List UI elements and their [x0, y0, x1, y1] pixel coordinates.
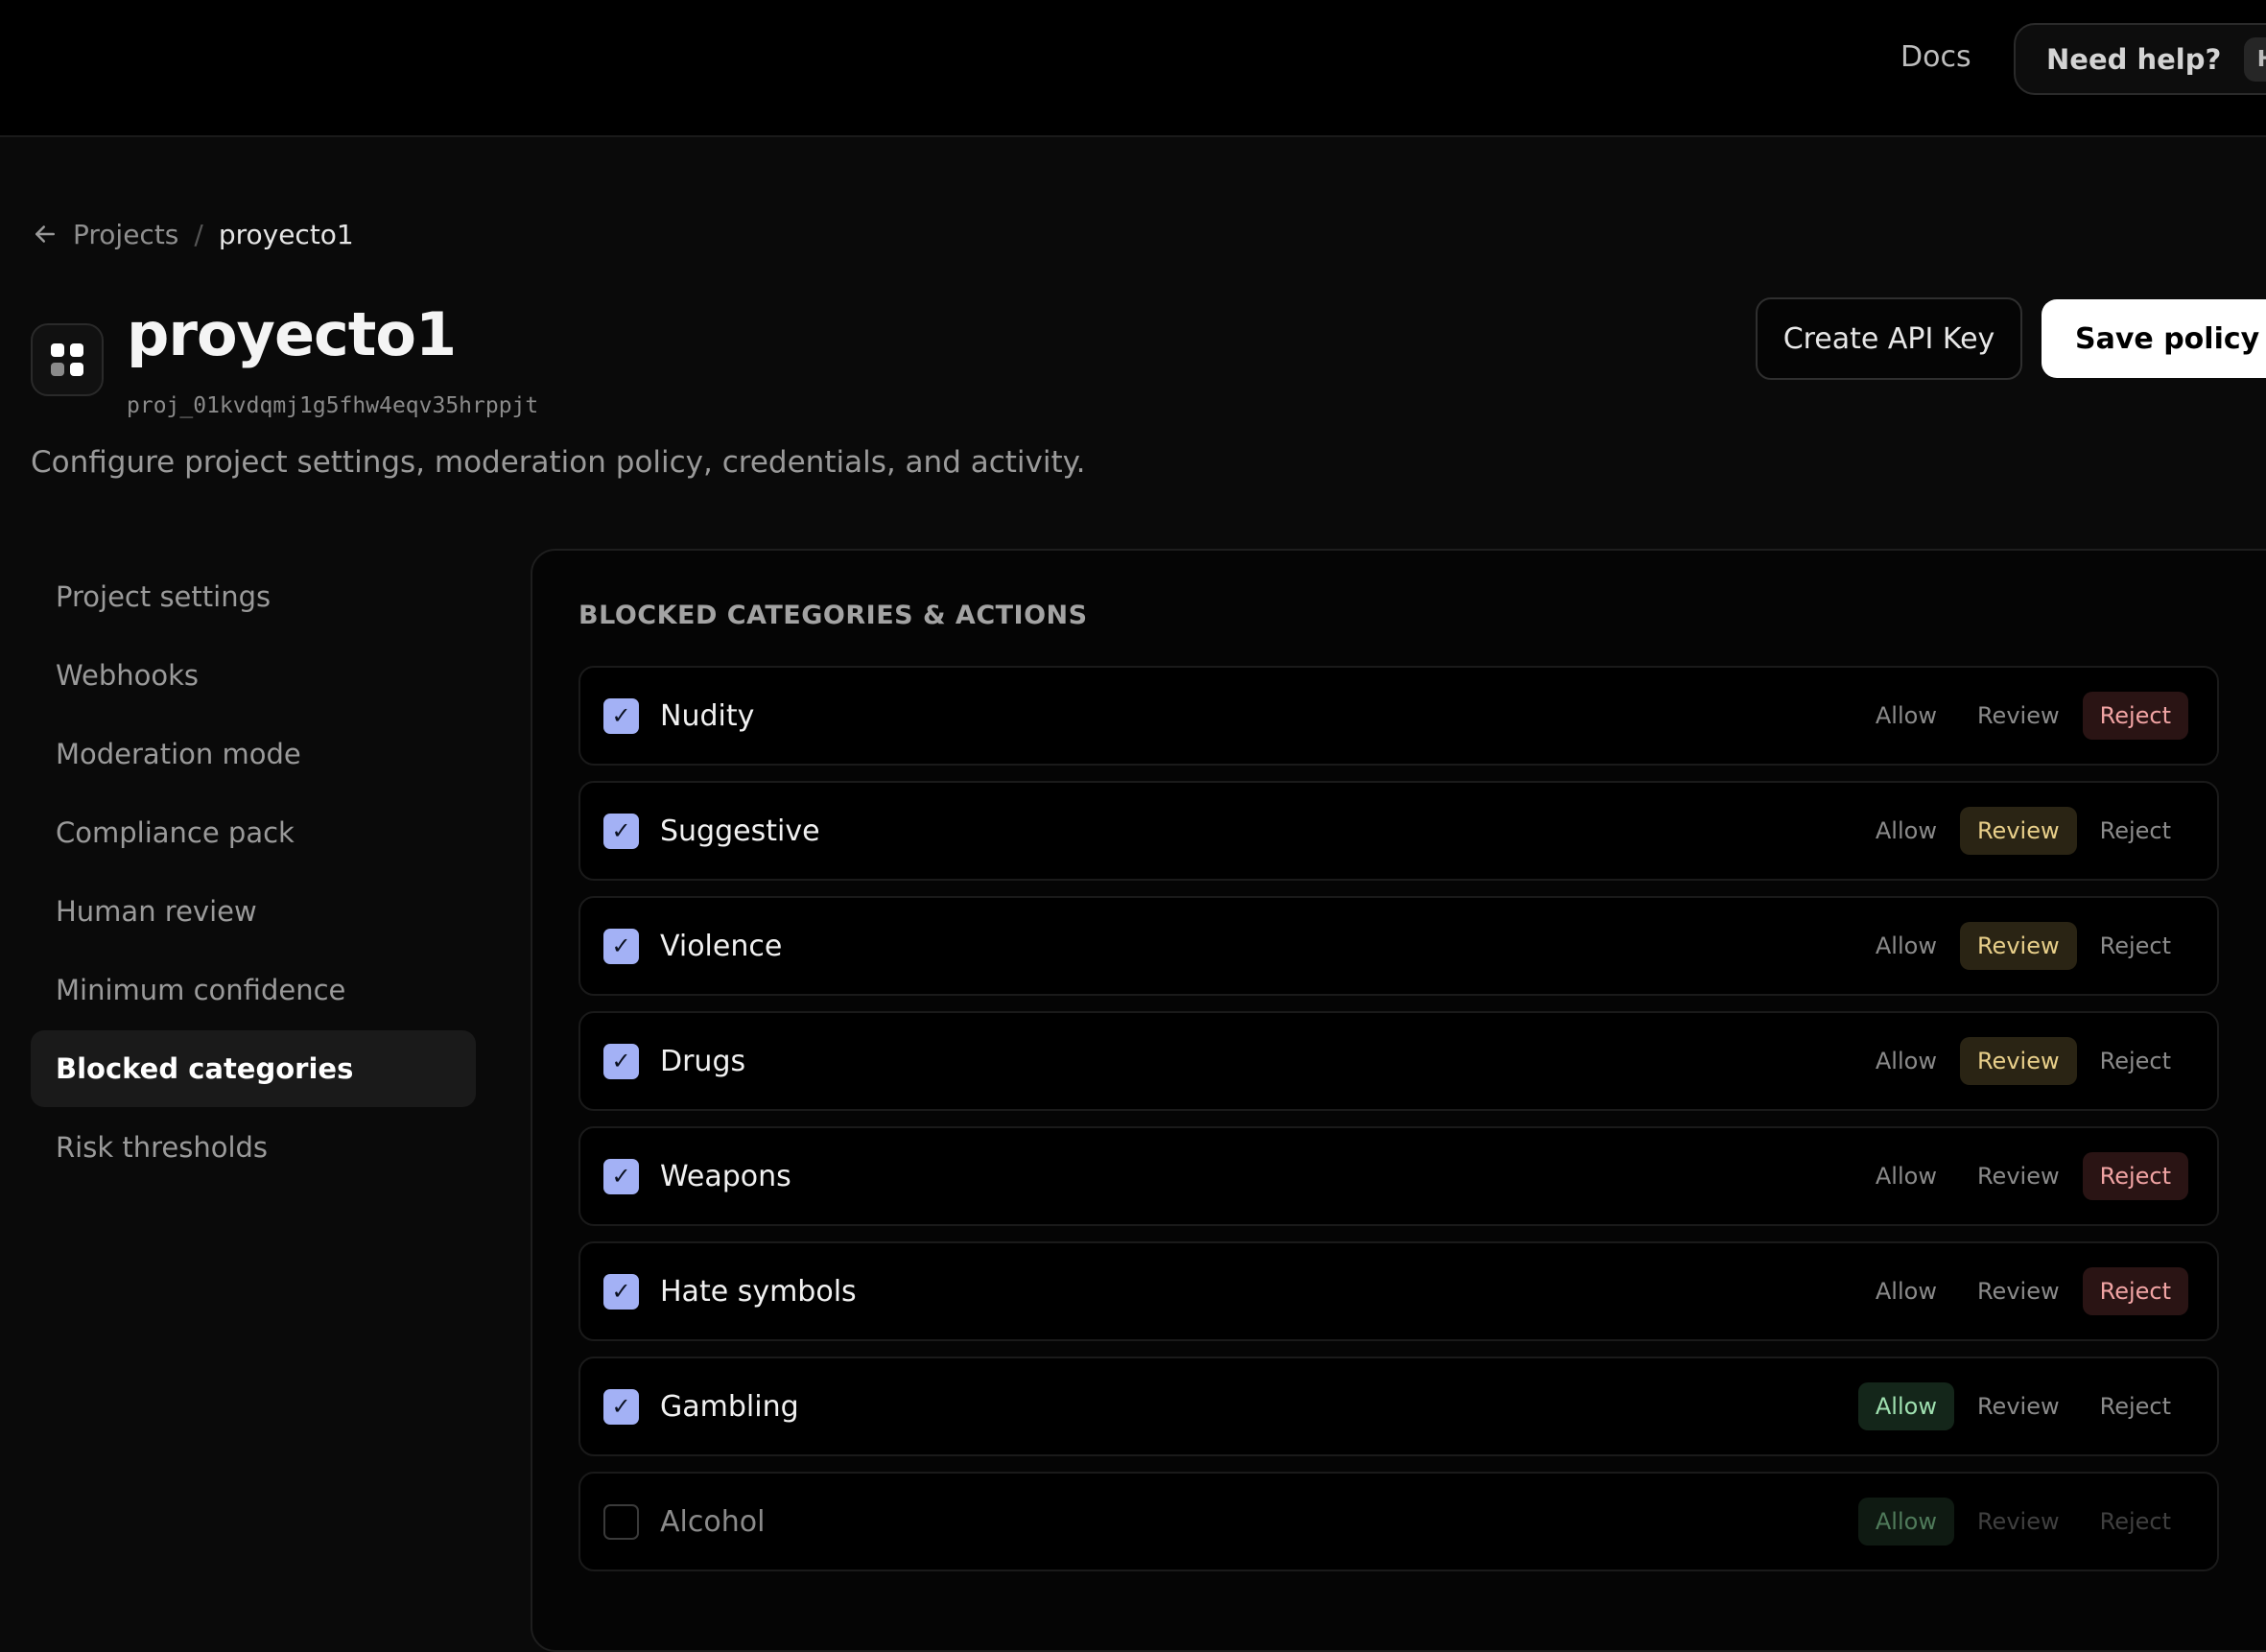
category-row: ✓ Violence Allow Review Reject: [578, 896, 2219, 996]
sidebar-item-human-review[interactable]: Human review: [31, 873, 476, 950]
category-label: Hate symbols: [660, 1274, 857, 1309]
need-help-label: Need help?: [2046, 42, 2222, 76]
action-allow-button[interactable]: Allow: [1858, 807, 1954, 855]
action-reject-button[interactable]: Reject: [2082, 692, 2188, 740]
action-segmented-control: Allow Review Reject: [1853, 807, 2188, 855]
action-allow-button[interactable]: Allow: [1858, 1152, 1954, 1200]
action-segmented-control: Allow Review Reject: [1853, 922, 2188, 970]
category-checkbox[interactable]: ✓: [603, 1158, 639, 1194]
top-bar: Docs Need help? H: [0, 0, 2266, 137]
category-label: Violence: [660, 929, 783, 963]
sidebar-item-blocked-categories[interactable]: Blocked categories: [31, 1030, 476, 1107]
action-segmented-control: Allow Review Reject: [1853, 692, 2188, 740]
blocked-categories-panel: BLOCKED CATEGORIES & ACTIONS ✓ Nudity Allo…: [531, 549, 2266, 1652]
action-reject-button[interactable]: Reject: [2083, 1037, 2188, 1085]
action-allow-button[interactable]: Allow: [1858, 692, 1954, 740]
need-help-button[interactable]: Need help? H: [2014, 23, 2266, 95]
breadcrumb-current: proyecto1: [218, 218, 354, 250]
sidebar-item-webhooks[interactable]: Webhooks: [31, 637, 476, 714]
action-allow-button[interactable]: Allow: [1858, 1267, 1954, 1315]
checkmark-icon: ✓: [611, 1278, 631, 1305]
sidebar-item-project-settings[interactable]: Project settings: [31, 558, 476, 635]
category-label: Suggestive: [660, 814, 820, 848]
category-row: ✓ Weapons Allow Review Reject: [578, 1126, 2219, 1226]
section-title: BLOCKED CATEGORIES & ACTIONS: [578, 601, 1088, 630]
action-segmented-control: Allow Review Reject: [1853, 1037, 2188, 1085]
category-row: ✓ Drugs Allow Review Reject: [578, 1011, 2219, 1111]
action-allow-button[interactable]: Allow: [1858, 1037, 1954, 1085]
action-allow-button[interactable]: Allow: [1857, 1382, 1954, 1430]
action-allow-button[interactable]: Allow: [1857, 1498, 1954, 1546]
category-row: ✓ Nudity Allow Review Reject: [578, 666, 2219, 766]
category-row: ✓ Gambling Allow Review Reject: [578, 1357, 2219, 1456]
sidebar-item-risk-thresholds[interactable]: Risk thresholds: [31, 1109, 476, 1186]
category-label: Gambling: [660, 1389, 799, 1424]
page-description: Configure project settings, moderation p…: [31, 445, 1086, 480]
category-label: Drugs: [660, 1044, 746, 1078]
page-title: proyecto1: [127, 299, 457, 369]
category-checkbox[interactable]: ✓: [603, 697, 639, 734]
breadcrumb-separator: /: [194, 218, 203, 250]
settings-sidebar: Project settings Webhooks Moderation mod…: [31, 558, 476, 1188]
category-checkbox[interactable]: ✓: [603, 1388, 639, 1425]
action-segmented-control: Allow Review Reject: [1853, 1498, 2188, 1546]
help-shortcut-key: H: [2244, 36, 2266, 82]
action-segmented-control: Allow Review Reject: [1853, 1152, 2188, 1200]
action-review-button[interactable]: Review: [1959, 1037, 2077, 1085]
action-reject-button[interactable]: Reject: [2083, 1382, 2188, 1430]
action-reject-button[interactable]: Reject: [2083, 922, 2188, 970]
action-review-button[interactable]: Review: [1959, 807, 2077, 855]
action-segmented-control: Allow Review Reject: [1853, 1382, 2188, 1430]
category-checkbox[interactable]: [603, 1503, 639, 1540]
action-review-button[interactable]: Review: [1960, 1382, 2077, 1430]
category-row: ✓ Hate symbols Allow Review Reject: [578, 1241, 2219, 1341]
checkmark-icon: ✓: [611, 702, 631, 729]
docs-link[interactable]: Docs: [1900, 38, 1971, 77]
action-review-button[interactable]: Review: [1959, 922, 2077, 970]
breadcrumb-projects-link[interactable]: Projects: [73, 219, 178, 250]
create-api-key-button[interactable]: Create API Key: [1756, 297, 2022, 380]
category-checkbox[interactable]: ✓: [603, 928, 639, 964]
checkmark-icon: ✓: [611, 1048, 631, 1074]
checkmark-icon: ✓: [611, 817, 631, 844]
category-row: ✓ Suggestive Allow Review Reject: [578, 781, 2219, 881]
sidebar-item-compliance-pack[interactable]: Compliance pack: [31, 794, 476, 871]
action-review-button[interactable]: Review: [1960, 1498, 2077, 1546]
checkmark-icon: ✓: [611, 1163, 631, 1190]
category-list: ✓ Nudity Allow Review Reject ✓ Suggestive Allow…: [578, 666, 2219, 1587]
action-review-button[interactable]: Review: [1960, 1267, 2077, 1315]
category-label: Weapons: [660, 1159, 791, 1193]
sidebar-item-minimum-confidence[interactable]: Minimum confidence: [31, 952, 476, 1028]
category-row: Alcohol Allow Review Reject: [578, 1472, 2219, 1571]
checkmark-icon: ✓: [611, 1393, 631, 1420]
category-checkbox[interactable]: ✓: [603, 813, 639, 849]
save-policy-button[interactable]: Save policy: [2042, 299, 2266, 378]
action-review-button[interactable]: Review: [1960, 692, 2077, 740]
action-reject-button[interactable]: Reject: [2083, 807, 2188, 855]
project-id: proj_01kvdqmj1g5fhw4eqv35hrppjt: [127, 393, 539, 418]
action-reject-button[interactable]: Reject: [2083, 1498, 2188, 1546]
action-review-button[interactable]: Review: [1960, 1152, 2077, 1200]
category-label: Nudity: [660, 698, 755, 733]
action-allow-button[interactable]: Allow: [1858, 922, 1954, 970]
arrow-left-icon[interactable]: [31, 220, 59, 248]
category-checkbox[interactable]: ✓: [603, 1273, 639, 1310]
category-checkbox[interactable]: ✓: [603, 1043, 639, 1079]
action-reject-button[interactable]: Reject: [2082, 1267, 2188, 1315]
project-icon: [31, 323, 104, 396]
category-label: Alcohol: [660, 1504, 766, 1539]
sidebar-item-moderation-mode[interactable]: Moderation mode: [31, 716, 476, 792]
grid-icon: [51, 343, 83, 376]
action-segmented-control: Allow Review Reject: [1853, 1267, 2188, 1315]
checkmark-icon: ✓: [611, 932, 631, 959]
action-reject-button[interactable]: Reject: [2082, 1152, 2188, 1200]
breadcrumb: Projects / proyecto1: [31, 213, 354, 255]
